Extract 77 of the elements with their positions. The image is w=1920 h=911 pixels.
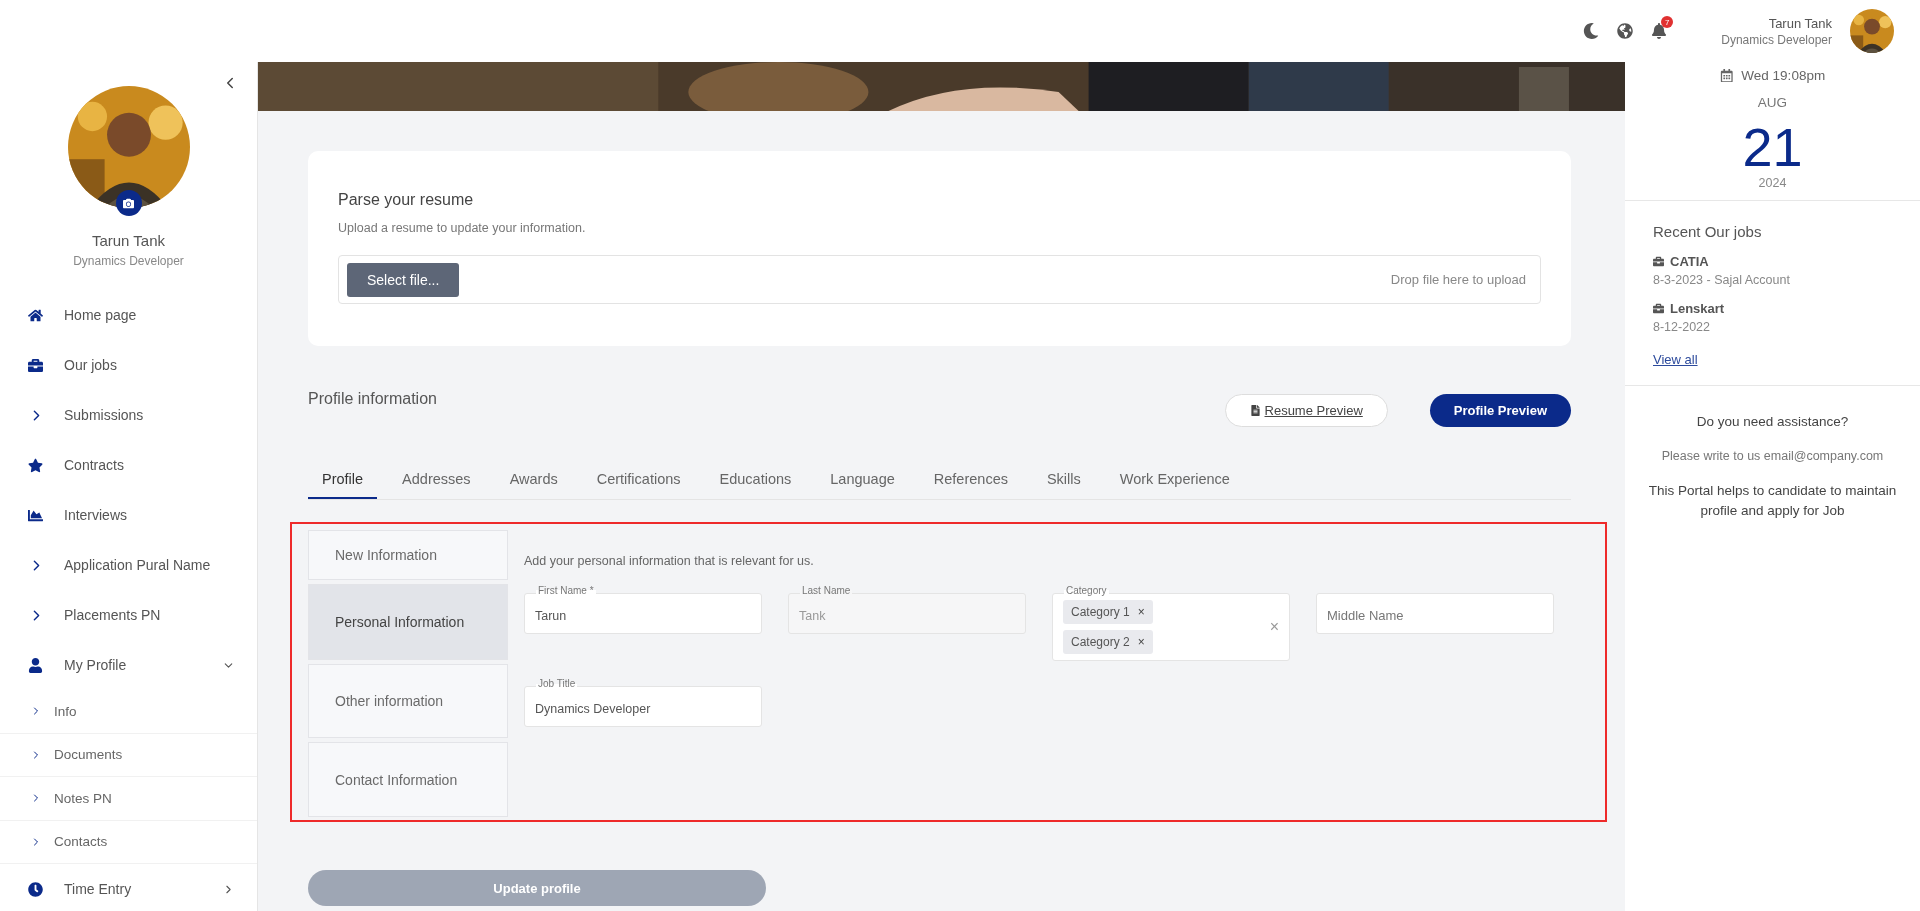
select-file-button[interactable]: Select file... (347, 262, 460, 297)
briefcase-icon (1653, 256, 1664, 267)
section-menu-item[interactable]: Personal Information (308, 584, 508, 660)
sidebar-item[interactable]: Home page (0, 290, 257, 340)
tab[interactable]: Language (816, 471, 909, 499)
user-role: Dynamics Developer (1721, 32, 1832, 47)
recent-jobs-title: Recent Our jobs (1653, 223, 1763, 240)
tab[interactable]: Addresses (388, 471, 485, 499)
help-text: This Portal helps to candidate to maintain profile and apply for Job (1647, 482, 1898, 520)
tab[interactable]: Awards (495, 471, 572, 499)
sidebar-item[interactable]: Interviews (0, 490, 257, 540)
sidebar-item[interactable]: Submissions (0, 390, 257, 440)
globe-icon[interactable] (1617, 23, 1634, 39)
help-contact: Please write to us email@company.com (1661, 449, 1884, 463)
profile-name: Tarun Tank (91, 232, 166, 249)
date-day: 21 (1742, 120, 1803, 174)
date-month: AUG (1757, 95, 1788, 110)
view-all-link[interactable]: View all (1653, 352, 1698, 367)
date-year: 2024 (1758, 176, 1787, 190)
tab[interactable]: Work Experience (1105, 471, 1244, 499)
sidebar-item[interactable]: Placements PN (0, 590, 257, 640)
calendar-icon (1719, 68, 1734, 83)
chip-label: Category 1 (1071, 605, 1130, 619)
drop-hint: Drop file here to upload (1390, 272, 1526, 287)
remove-chip-button[interactable]: × (1137, 635, 1145, 649)
user-icon (28, 657, 43, 673)
notification-count: 7 (1661, 16, 1674, 28)
section-menu-item[interactable]: Contact Information (308, 742, 508, 817)
profile-role: Dynamics Developer (73, 254, 184, 268)
section-title: Parse your resume (338, 191, 475, 209)
section-menu-item[interactable]: New Information (308, 530, 508, 580)
tab[interactable]: Skills (1032, 471, 1095, 499)
document-icon (1249, 405, 1261, 416)
sidebar-subitem[interactable]: Notes PN (0, 777, 257, 821)
sidebar-item[interactable]: Our jobs (0, 340, 257, 390)
input-field[interactable]: Middle Name (1316, 593, 1554, 634)
briefcase-icon (28, 357, 43, 373)
help-title: Do you need assistance? (1696, 414, 1849, 429)
tab[interactable]: Certifications (582, 471, 695, 499)
job-title[interactable]: Lenskart (1670, 301, 1725, 316)
resume-preview-button[interactable]: Resume Preview (1224, 394, 1388, 427)
sidebar-item[interactable]: My Profile (0, 640, 257, 690)
sidebar-subitem[interactable]: Info (0, 690, 257, 734)
form-description: Add your personal information that is relevant for us. (524, 554, 815, 568)
user-name: Tarun Tank (1768, 15, 1832, 31)
current-time: Wed 19:08pm (1719, 68, 1826, 83)
chip-label: Category 2 (1071, 635, 1130, 649)
section-title: Profile information (308, 389, 438, 408)
section-subtitle: Upload a resume to update your information. (338, 221, 587, 235)
field-label: First Name * (536, 585, 596, 596)
tab[interactable]: Educations (705, 471, 806, 499)
field-label: Last Name (800, 585, 853, 596)
field-label: Category (1064, 585, 1109, 596)
clock-icon (28, 881, 43, 897)
field-label: Job Title (536, 678, 578, 689)
remove-chip-button[interactable]: × (1137, 605, 1145, 619)
section-menu-item[interactable]: Other information (308, 664, 508, 738)
job-detail: 8-3-2023 - Sajal Account (1653, 273, 1791, 287)
briefcase-icon (1653, 303, 1664, 314)
profile-preview-button[interactable]: Profile Preview (1429, 394, 1571, 427)
notification-bell-icon[interactable] (1651, 23, 1668, 39)
input-field[interactable]: Dynamics Developer (524, 686, 762, 727)
sidebar-item[interactable]: Time Entry (0, 864, 257, 911)
input-field[interactable]: Tarun (524, 593, 762, 634)
tab[interactable]: References (919, 471, 1022, 499)
tab[interactable]: Profile (308, 471, 378, 499)
job-title[interactable]: CATIA (1670, 254, 1709, 269)
star-icon (28, 457, 43, 473)
sidebar-subitem[interactable]: Contacts (0, 820, 257, 864)
sidebar-item[interactable]: Contracts (0, 440, 257, 490)
file-drop-zone[interactable]: Select file... Drop file here to upload (338, 255, 1541, 304)
home-icon (28, 307, 43, 323)
sidebar-subitem[interactable]: Documents (0, 733, 257, 777)
area-chart-icon (28, 507, 43, 523)
dark-mode-icon[interactable] (1583, 23, 1600, 39)
job-detail: 8-12-2022 (1653, 320, 1711, 334)
sidebar-item[interactable]: Application Pural Name (0, 540, 257, 590)
